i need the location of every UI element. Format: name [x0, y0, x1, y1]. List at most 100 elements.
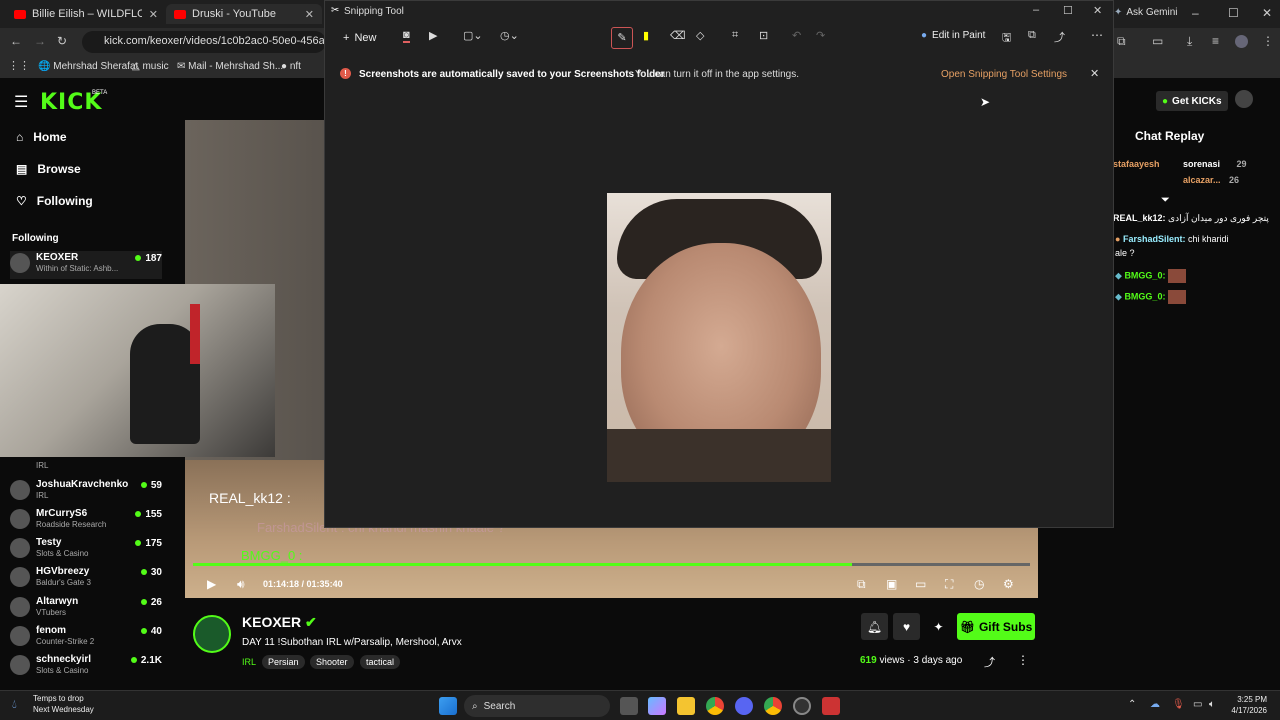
crop-icon[interactable]: ⌗: [732, 29, 738, 42]
chat-user[interactable]: stafaayesh: [1113, 159, 1160, 169]
bookmark-item[interactable]: ● nft: [281, 61, 301, 72]
back-icon[interactable]: ←: [10, 34, 22, 48]
settings-gear-icon[interactable]: ⚙: [1003, 577, 1014, 591]
clock-date[interactable]: 4/17/2026: [1227, 706, 1267, 715]
display-icon[interactable]: ▭: [1193, 699, 1202, 710]
play-icon[interactable]: ▶: [207, 577, 216, 591]
tab-druski[interactable]: Druski - YouTube ✕: [166, 4, 322, 24]
volume-icon[interactable]: 🔈︎: [1209, 699, 1215, 710]
save-icon[interactable]: 🖫︎: [1002, 29, 1011, 48]
captured-screenshot-image[interactable]: [607, 193, 831, 482]
close-window-icon[interactable]: ✕: [1262, 6, 1272, 20]
redo-icon[interactable]: ↷: [816, 29, 825, 42]
snipping-tool-taskbar-icon[interactable]: [822, 697, 840, 715]
maximize-icon[interactable]: ☐: [1063, 4, 1073, 17]
chat-user[interactable]: REAL_kk12:: [1113, 213, 1166, 223]
open-settings-link[interactable]: Open Snipping Tool Settings: [941, 69, 1067, 80]
steam-icon[interactable]: [793, 697, 811, 715]
taskbar-search[interactable]: ⌕ Search: [464, 695, 610, 717]
onedrive-icon[interactable]: ☁: [1150, 699, 1160, 710]
weather-subline[interactable]: Next Wednesday: [33, 705, 94, 714]
windows-start-icon[interactable]: [439, 697, 457, 715]
collapse-icon[interactable]: ⏷: [1161, 194, 1170, 207]
bookmark-item[interactable]: ✉ Mail - Mehrshad Sh...: [177, 61, 283, 72]
apps-grid-icon[interactable]: ⋮⋮: [8, 59, 30, 72]
edit-in-paint-button[interactable]: ● Edit in Paint: [921, 30, 985, 41]
follow-heart-icon[interactable]: ♥: [893, 613, 920, 640]
streamer-avatar[interactable]: [193, 615, 231, 653]
streamer-name[interactable]: KEOXER ✔: [242, 614, 317, 631]
more-options-icon[interactable]: ⋯: [1091, 28, 1103, 42]
profile-avatar[interactable]: [1235, 35, 1248, 48]
more-options-icon[interactable]: ⋮: [1017, 653, 1029, 667]
minimize-icon[interactable]: –: [1192, 6, 1199, 20]
microphone-icon[interactable]: 🎙︎: [1172, 699, 1185, 710]
weather-headline[interactable]: Temps to drop: [33, 694, 84, 703]
close-window-icon[interactable]: ✕: [1093, 4, 1102, 17]
close-notice-icon[interactable]: ✕: [1090, 67, 1099, 80]
undo-icon[interactable]: ↶: [792, 29, 801, 42]
progress-bar[interactable]: [193, 563, 1030, 566]
followed-channel[interactable]: HGVbreezy Baldur's Gate 3 30: [10, 565, 162, 593]
hamburger-menu-icon[interactable]: ☰: [14, 92, 28, 112]
discord-icon[interactable]: [735, 697, 753, 715]
followed-channel[interactable]: fenom Counter-Strike 2 40: [10, 624, 162, 652]
new-snip-button[interactable]: + New: [337, 28, 385, 48]
chat-user[interactable]: BMGG_0:: [1124, 270, 1165, 280]
user-avatar[interactable]: [1235, 90, 1253, 108]
more-menu-icon[interactable]: ⋮: [1262, 34, 1274, 48]
tag-pill[interactable]: Persian: [262, 655, 305, 669]
followed-channel[interactable]: JoshuaKravchenko IRL 59: [10, 478, 162, 506]
chrome-profile-icon[interactable]: [764, 697, 782, 715]
copy-icon[interactable]: ⧉: [1028, 29, 1036, 42]
nav-following[interactable]: ♡ Following: [16, 194, 93, 208]
pen-icon[interactable]: ✎: [611, 27, 633, 49]
chat-user[interactable]: BMGG_0:: [1124, 291, 1165, 301]
pip-icon[interactable]: ⧉: [857, 577, 866, 592]
snip-shape-icon[interactable]: ▢⌄: [463, 29, 483, 42]
bookmark-item[interactable]: △ music: [132, 61, 169, 72]
ask-gemini-button[interactable]: ✦ Ask Gemini: [1114, 7, 1178, 18]
file-explorer-icon[interactable]: [677, 697, 695, 715]
eraser-icon[interactable]: ⌫: [670, 29, 686, 42]
minimize-icon[interactable]: –: [1033, 4, 1039, 16]
nav-home[interactable]: ⌂ Home: [16, 130, 67, 144]
cast-icon[interactable]: ▭: [1152, 34, 1163, 48]
text-actions-icon[interactable]: ⊡: [759, 29, 768, 42]
share-icon[interactable]: ⤴: [1054, 29, 1065, 45]
forward-icon[interactable]: →: [34, 34, 46, 48]
notification-bell-icon[interactable]: 🔔︎: [861, 613, 888, 640]
video-mode-icon[interactable]: ▶︎: [429, 29, 437, 42]
clip-icon[interactable]: ▣: [886, 577, 897, 591]
download-icon[interactable]: ⤓: [1187, 34, 1192, 49]
screenshot-mode-icon[interactable]: ◙: [403, 29, 410, 43]
speed-icon[interactable]: ◷: [974, 577, 984, 591]
tag-pill[interactable]: tactical: [360, 655, 401, 669]
followed-channel[interactable]: KEOXER Within of Static: Ashb... 187: [10, 251, 162, 279]
chrome-icon[interactable]: [706, 697, 724, 715]
clock-time[interactable]: 3:25 PM: [1227, 695, 1267, 704]
followed-channel[interactable]: Testy Slots & Casino 175: [10, 536, 162, 564]
copilot-icon[interactable]: [648, 697, 666, 715]
delay-icon[interactable]: ◷⌄: [500, 29, 519, 42]
theater-icon[interactable]: ▭: [915, 577, 926, 591]
share-icon[interactable]: ⤴: [984, 654, 995, 670]
category-link[interactable]: IRL: [242, 655, 262, 669]
get-kicks-button[interactable]: ● Get KICKs: [1156, 91, 1228, 111]
followed-channel[interactable]: MrCurryS6 Roadside Research 155: [10, 507, 162, 535]
tray-chevron-icon[interactable]: ⌃: [1128, 699, 1136, 710]
nav-browse[interactable]: ▤ Browse: [16, 162, 81, 176]
shapes-icon[interactable]: ◇: [696, 29, 704, 42]
task-view-icon[interactable]: [620, 697, 638, 715]
chat-user[interactable]: FarshadSilent:: [1123, 234, 1186, 244]
tag-pill[interactable]: Shooter: [310, 655, 354, 669]
maximize-icon[interactable]: ☐: [1228, 6, 1239, 20]
reload-icon[interactable]: ↻: [57, 34, 67, 48]
bookmark-item[interactable]: 🌐 Mehrshad Sherafat: [38, 61, 138, 72]
followed-channel[interactable]: Altarwyn VTubers 26: [10, 595, 162, 623]
sparkle-icon[interactable]: ✦: [925, 613, 952, 640]
close-tab-icon[interactable]: ✕: [149, 8, 158, 21]
followed-channel[interactable]: schneckyirl Slots & Casino 2.1K: [10, 653, 162, 681]
fullscreen-icon[interactable]: ⛶: [945, 577, 953, 592]
extensions-icon[interactable]: ⧉: [1117, 34, 1126, 49]
